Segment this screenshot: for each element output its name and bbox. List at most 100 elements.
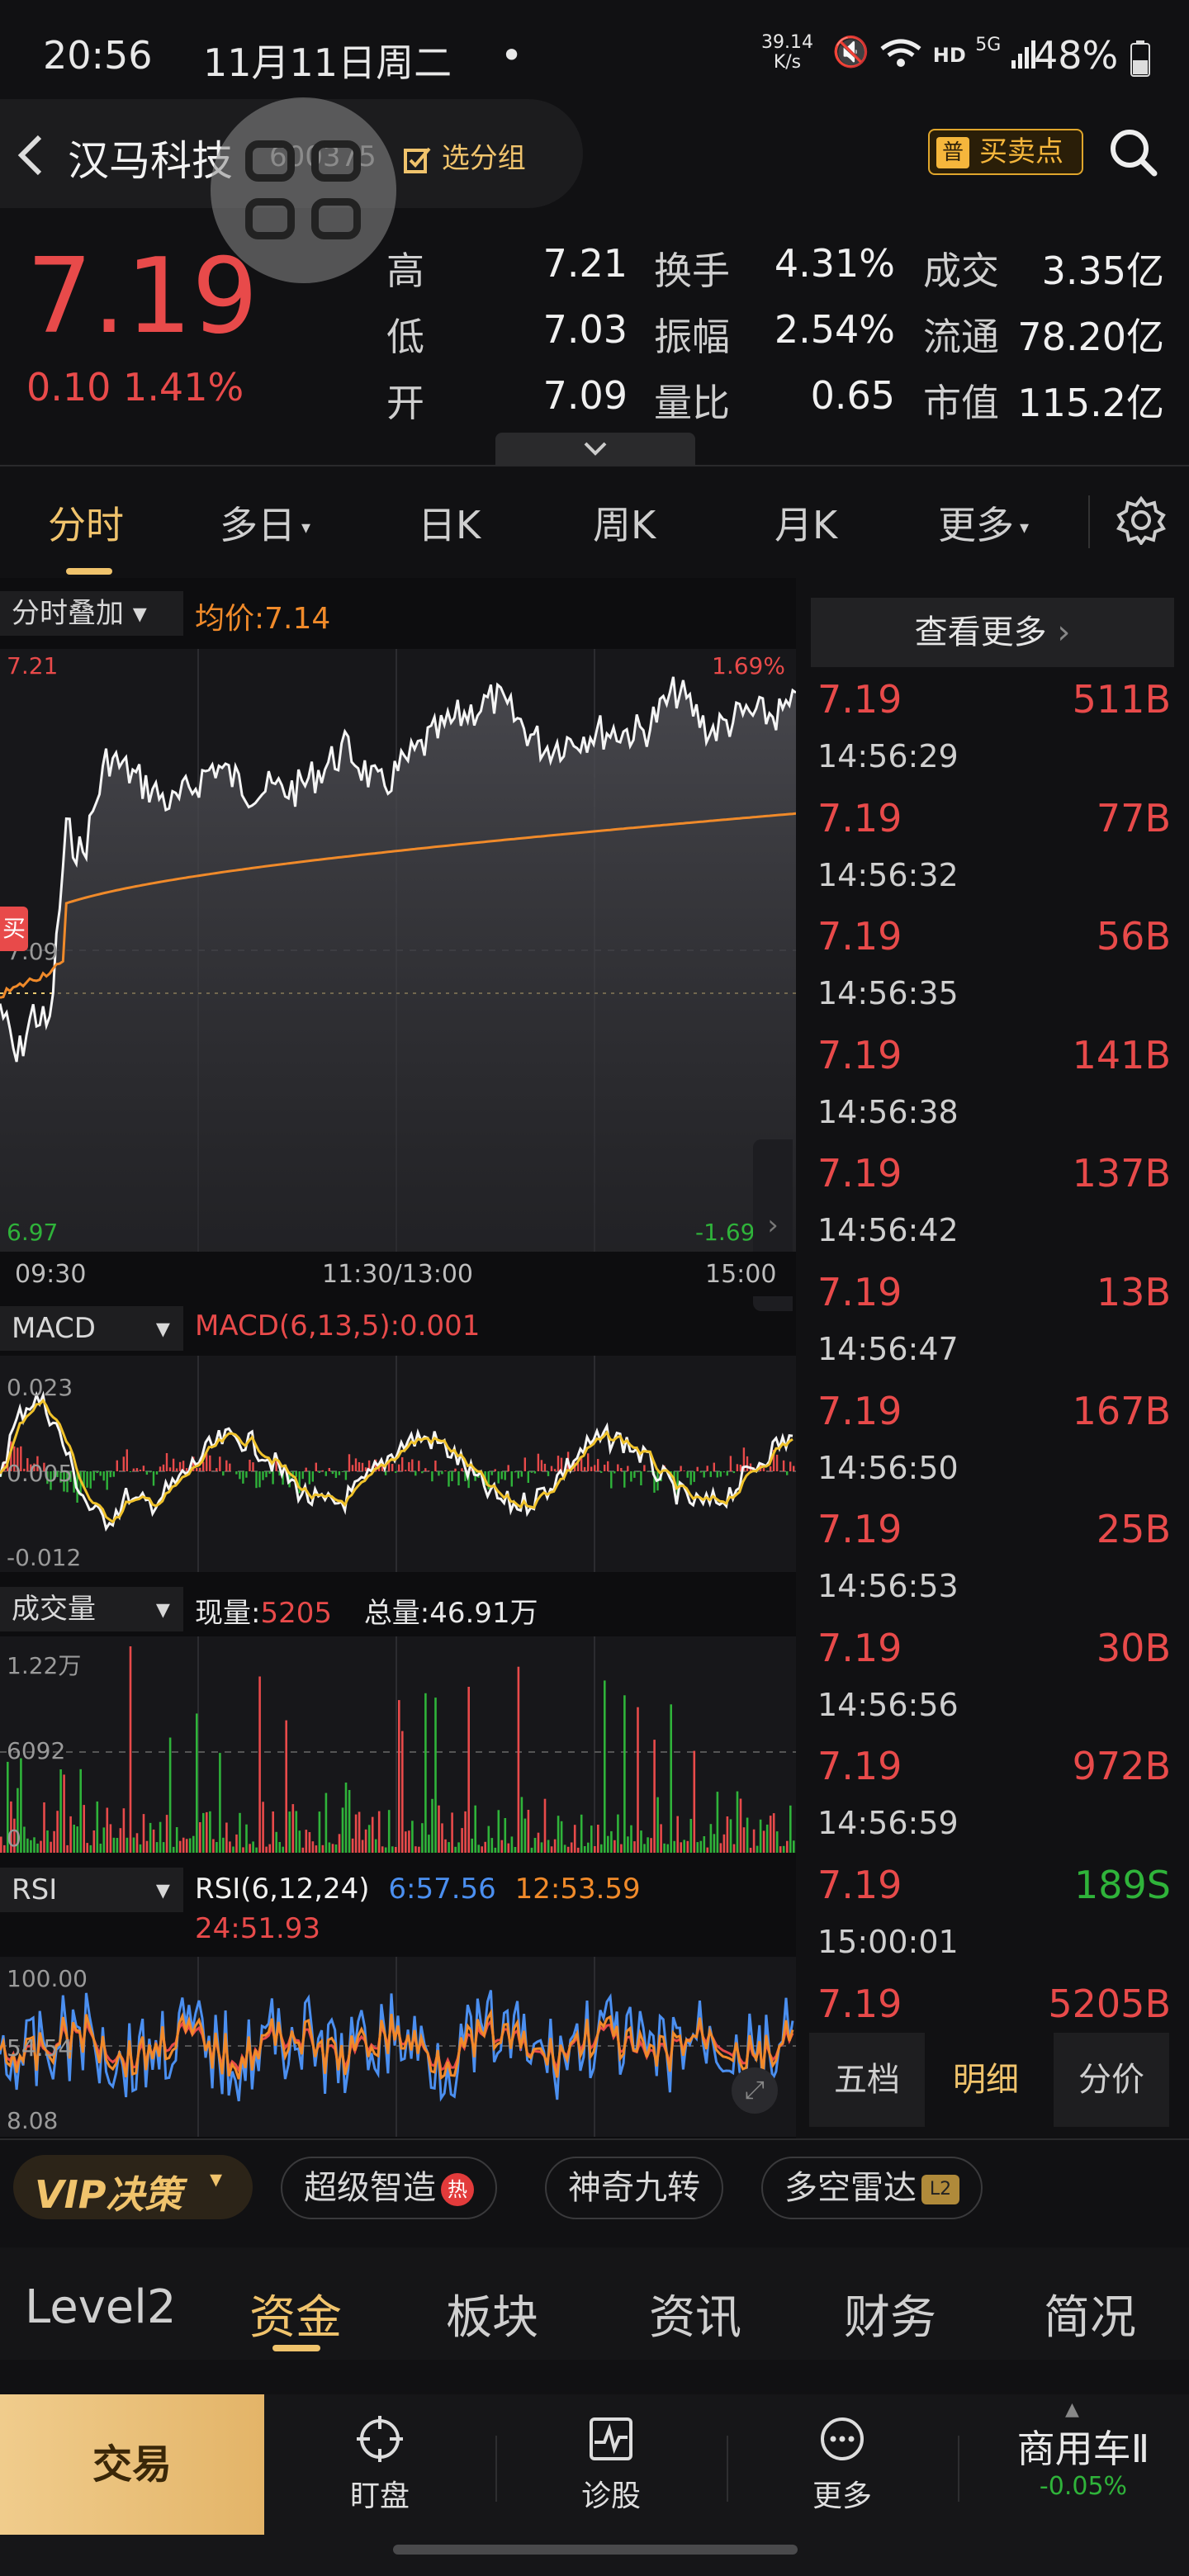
tab-multi-day[interactable]: 多日 ▾ bbox=[220, 495, 310, 550]
tab-daily-k[interactable]: 日K bbox=[418, 495, 481, 550]
stat-value-amplitude: 2.54% bbox=[774, 307, 895, 352]
macd-bar bbox=[726, 1471, 728, 1476]
trade-time: 14:56:42 bbox=[817, 1212, 959, 1249]
trade-price: 7.19 bbox=[817, 1863, 902, 1907]
status-bar: 20:56 11月11日周二 • 39.14 K/s 🔇 HD 5G 48% bbox=[0, 0, 1189, 99]
bull-bear-radar-button[interactable]: 多空雷达 L2 bbox=[761, 2157, 983, 2219]
tab-level2[interactable]: Level2 bbox=[25, 2280, 176, 2334]
macd-bar bbox=[122, 1456, 125, 1471]
stat-label-mktcap: 市值 bbox=[923, 381, 999, 425]
trade-volume: 13B bbox=[1096, 1270, 1171, 1314]
macd-bar bbox=[344, 1471, 348, 1480]
volume-bar bbox=[597, 1825, 599, 1853]
intraday-overlay-dropdown[interactable]: 分时叠加 ▾ bbox=[0, 591, 183, 636]
macd-bar bbox=[391, 1464, 394, 1471]
volume-bar bbox=[706, 1847, 709, 1853]
volume-bar bbox=[341, 1807, 344, 1853]
home-indicator[interactable] bbox=[393, 2545, 798, 2555]
macd-bar bbox=[769, 1466, 772, 1471]
macd-bar bbox=[395, 1471, 397, 1473]
volume-bar bbox=[457, 1842, 460, 1853]
add-to-group-button[interactable]: 选分组 bbox=[403, 135, 526, 176]
volume-bar bbox=[676, 1816, 679, 1853]
fullscreen-icon[interactable]: ⤢ bbox=[732, 2067, 778, 2114]
macd-bar bbox=[96, 1471, 98, 1474]
rsi-dropdown[interactable]: RSI ▾ bbox=[0, 1868, 183, 1912]
volume-bar bbox=[617, 1814, 619, 1853]
trade-time: 14:56:29 bbox=[817, 738, 959, 774]
volume-bar bbox=[686, 1840, 689, 1853]
divider bbox=[1088, 495, 1090, 548]
magic-nine-turn-button[interactable]: 神奇九转 bbox=[545, 2157, 723, 2219]
volume-dropdown[interactable]: 成交量 ▾ bbox=[0, 1587, 183, 1631]
stat-value-open: 7.09 bbox=[542, 373, 628, 418]
macd-bar bbox=[497, 1471, 500, 1484]
macd-bar bbox=[689, 1471, 692, 1485]
trade-button[interactable]: 交易 bbox=[0, 2394, 264, 2535]
search-icon[interactable] bbox=[1105, 124, 1163, 182]
expand-quote-button[interactable] bbox=[495, 433, 695, 466]
volume-bar bbox=[587, 1842, 590, 1853]
macd-bar bbox=[732, 1471, 736, 1474]
nav-watch[interactable]: 盯盘 bbox=[306, 2403, 454, 2515]
rsi-axis-bottom: 8.08 bbox=[7, 2107, 59, 2134]
macd-bar bbox=[255, 1471, 258, 1489]
macd-bar bbox=[530, 1471, 533, 1473]
sector-name[interactable]: 商用车Ⅱ bbox=[978, 2419, 1189, 2474]
super-manufacturing-button[interactable]: 超级智造热 bbox=[281, 2157, 497, 2219]
volume-bar bbox=[145, 1840, 149, 1853]
tab-profile[interactable]: 简况 bbox=[1044, 2280, 1136, 2347]
nav-more[interactable]: 更多 bbox=[768, 2403, 917, 2515]
gear-icon[interactable] bbox=[1116, 495, 1166, 547]
macd-bar bbox=[527, 1471, 529, 1483]
macd-bar bbox=[149, 1471, 152, 1473]
tab-monthly-k[interactable]: 月K bbox=[775, 495, 837, 550]
price-axis-bottom: 6.97 bbox=[7, 1219, 59, 1246]
macd-bar bbox=[696, 1466, 699, 1471]
macd-bar bbox=[135, 1468, 139, 1471]
tab-sector[interactable]: 板块 bbox=[446, 2280, 538, 2347]
buy-sell-points-button[interactable]: 普 买卖点 bbox=[928, 129, 1083, 175]
tab-finance[interactable]: 财务 bbox=[844, 2280, 936, 2347]
buy-marker[interactable]: 买 bbox=[0, 907, 28, 951]
macd-bar bbox=[229, 1463, 231, 1471]
volume-bar bbox=[484, 1841, 486, 1853]
volume-bar bbox=[175, 1827, 178, 1853]
macd-bar bbox=[162, 1464, 165, 1471]
macd-bar bbox=[421, 1471, 424, 1474]
tab-news[interactable]: 资讯 bbox=[649, 2280, 741, 2347]
volume-bar bbox=[196, 1713, 198, 1853]
volume-bar bbox=[643, 1844, 646, 1853]
tab-intraday[interactable]: 分时 bbox=[48, 495, 124, 550]
vip-decision-button[interactable]: VIP决策 ▾ bbox=[13, 2155, 253, 2219]
view-more-button[interactable]: 查看更多 › bbox=[811, 598, 1174, 667]
tab-price-distribution[interactable]: 分价 bbox=[1054, 2033, 1169, 2127]
last-price: 7.19 bbox=[26, 235, 258, 357]
nav-diagnose[interactable]: 诊股 bbox=[537, 2403, 685, 2515]
volume-bar bbox=[749, 1848, 752, 1853]
volume-bar bbox=[477, 1844, 480, 1853]
trade-time: 14:56:53 bbox=[817, 1568, 959, 1605]
trade-volume: 5205B bbox=[1048, 1981, 1171, 2026]
tab-weekly-k[interactable]: 周K bbox=[593, 495, 656, 550]
macd-bar bbox=[729, 1456, 732, 1471]
macd-bar bbox=[637, 1471, 639, 1473]
macd-params: MACD(6,13,5):0.001 bbox=[195, 1309, 481, 1342]
trade-time: 14:56:50 bbox=[817, 1449, 959, 1486]
macd-bar bbox=[239, 1471, 241, 1480]
tab-more[interactable]: 更多 ▾ bbox=[938, 495, 1029, 550]
volume-bar bbox=[699, 1840, 703, 1853]
macd-bar bbox=[219, 1456, 221, 1471]
tab-order-book[interactable]: 五档 bbox=[809, 2033, 925, 2127]
volume-bar bbox=[680, 1842, 682, 1853]
chevron-left-icon[interactable] bbox=[15, 132, 48, 189]
volume-bar bbox=[298, 1830, 301, 1853]
macd-dropdown[interactable]: MACD ▾ bbox=[0, 1306, 183, 1351]
l2-badge: L2 bbox=[921, 2175, 959, 2204]
macd-bar bbox=[716, 1471, 718, 1478]
trade-time: 14:56:35 bbox=[817, 975, 959, 1012]
tab-trade-detail[interactable]: 明细 bbox=[928, 2033, 1044, 2127]
tab-capital[interactable]: 资金 bbox=[249, 2280, 342, 2347]
volume-bar bbox=[703, 1836, 706, 1853]
macd-bar bbox=[630, 1471, 632, 1482]
